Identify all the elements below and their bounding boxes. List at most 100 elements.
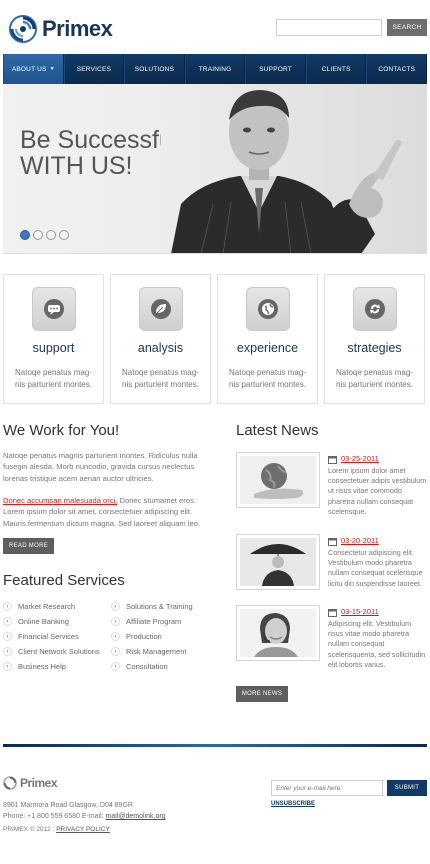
arrow-right-icon: › <box>3 617 12 626</box>
list-item[interactable]: › Risk Management <box>111 644 216 659</box>
services-list-col-2: › Solutions & Training › Affiliate Program… <box>111 599 216 674</box>
arrow-right-icon: › <box>111 617 120 626</box>
nav-item-about-us[interactable]: ABOUT US ▼ <box>3 54 64 84</box>
nav-label: CLIENTS <box>321 65 351 73</box>
arrow-right-icon: › <box>111 602 120 611</box>
list-item[interactable]: › Client Network Solutions <box>3 644 113 659</box>
we-work-paragraph-1: Natoqe penatus magnis parturient montes.… <box>3 451 198 483</box>
feature-experience[interactable]: experience Natoqe penatus mag-nis partur… <box>217 274 318 404</box>
nav-label: SUPPORT <box>259 65 292 73</box>
list-item[interactable]: › Financial Services <box>3 629 113 644</box>
privacy-policy-link[interactable]: PRIVACY POLICY <box>56 826 110 833</box>
nav-item-clients[interactable]: CLIENTS <box>305 54 367 84</box>
copyright-text: PRIMEX © 2012 : <box>3 826 55 833</box>
globe-in-hand-image <box>240 456 316 504</box>
list-item-label: Affiliate Program <box>126 617 182 626</box>
highlight-link[interactable]: Donec accumsan malesuada orci. <box>3 496 117 505</box>
feature-boxes: support Natoqe penatus mag-nis parturien… <box>3 274 427 404</box>
list-item[interactable]: › Business Help <box>3 659 113 674</box>
newsletter-email-input[interactable] <box>271 780 383 796</box>
address-line: 8901 Marmora Road Glasgow, D04 89GR <box>3 802 133 809</box>
support-agent-image <box>240 609 316 657</box>
list-item-label: Market Research <box>18 602 76 611</box>
arrow-right-icon: › <box>3 632 12 641</box>
feature-title: analysis <box>137 341 184 355</box>
phone-text: Phone: +1 800 559 6580 E-mail: <box>3 813 104 820</box>
list-item-label: Financial Services <box>18 632 79 641</box>
search-button[interactable]: SEARCH <box>387 19 427 36</box>
calendar-icon <box>328 538 337 546</box>
nav-label: ABOUT US <box>11 65 47 73</box>
list-item-label: Risk Management <box>126 647 187 656</box>
newsletter-submit-button[interactable]: SUBMIT <box>387 780 427 796</box>
nav-item-services[interactable]: SERVICES <box>63 54 125 84</box>
nav-item-solutions[interactable]: SOLUTIONS <box>124 54 185 84</box>
nav-item-contacts[interactable]: CONTACTS <box>366 54 428 84</box>
leaf-icon <box>139 287 183 331</box>
feature-text: Natoqe penatus mag-nis parturient montes… <box>229 368 306 389</box>
search-input[interactable] <box>276 19 382 36</box>
news-date-link[interactable]: 03-15-2011 <box>341 607 379 616</box>
featured-services-heading: Featured Services <box>3 572 125 589</box>
nav-item-training[interactable]: TRAINING <box>184 54 246 84</box>
hero-title-line2: WITH US! <box>20 152 133 180</box>
nav-label: CONTACTS <box>378 65 416 73</box>
logo-text: Primex <box>20 776 58 790</box>
chat-bubble-icon <box>32 287 76 331</box>
chevron-down-icon: ▼ <box>49 66 55 72</box>
unsubscribe-link[interactable]: UNSUBSCRIBE <box>271 801 315 807</box>
feature-strategies[interactable]: strategies Natoqe penatus mag-nis partur… <box>324 274 425 404</box>
globe-icon <box>246 287 290 331</box>
news-thumbnail[interactable] <box>236 452 320 508</box>
arrow-right-icon: › <box>111 632 120 641</box>
list-item[interactable]: › Online Banking <box>3 614 113 629</box>
slide-dot-2[interactable] <box>33 230 43 240</box>
slide-dot-1[interactable] <box>20 230 30 240</box>
logo-text: Primex <box>42 16 113 41</box>
swirl-logo-icon <box>3 776 17 790</box>
slider-pagination <box>20 230 69 240</box>
nav-label: SOLUTIONS <box>134 65 175 73</box>
feature-title: strategies <box>347 341 402 355</box>
more-news-button[interactable]: MORE NEWS <box>236 686 288 702</box>
hero-title-line1: Be Successful <box>20 126 179 154</box>
feature-text: Natoqe penatus mag-nis parturient montes… <box>122 368 199 389</box>
list-item[interactable]: › Solutions & Training <box>111 599 216 614</box>
news-date-link[interactable]: 03-20-2011 <box>341 536 379 545</box>
main-nav: ABOUT US ▼ SERVICES SOLUTIONS TRAINING SU… <box>3 54 428 84</box>
latest-news-heading: Latest News <box>236 422 319 439</box>
slide-dot-4[interactable] <box>59 230 69 240</box>
arrow-right-icon: › <box>111 662 120 671</box>
calendar-icon <box>328 456 337 464</box>
read-more-button[interactable]: READ MORE <box>3 538 54 554</box>
feature-title: support <box>32 341 75 355</box>
news-item: 03-20-2011 Consectetur adipiscing elit. … <box>236 534 428 598</box>
list-item[interactable]: › Consultation <box>111 659 216 674</box>
email-link[interactable]: mail@demolink.org <box>106 813 166 820</box>
list-item-label: Client Network Solutions <box>18 647 100 656</box>
hero-title: Be Successful WITH US! <box>20 127 178 179</box>
nav-item-support[interactable]: SUPPORT <box>245 54 306 84</box>
list-item-label: Production <box>126 632 162 641</box>
feature-title: experience <box>236 341 299 355</box>
man-with-umbrella-image <box>240 538 316 586</box>
feature-analysis[interactable]: analysis Natoqe penatus mag-nis parturie… <box>110 274 211 404</box>
site-logo[interactable]: Primex <box>8 14 113 44</box>
list-item-label: Business Help <box>18 662 66 671</box>
news-date-link[interactable]: 03-25-2011 <box>341 454 379 463</box>
slide-dot-3[interactable] <box>46 230 56 240</box>
footer-divider <box>3 744 427 747</box>
list-item[interactable]: › Affiliate Program <box>111 614 216 629</box>
feature-support[interactable]: support Natoqe penatus mag-nis parturien… <box>3 274 104 404</box>
calendar-icon <box>328 609 337 617</box>
footer-logo[interactable]: Primex <box>3 776 58 790</box>
list-item[interactable]: › Market Research <box>3 599 113 614</box>
nav-label: SERVICES <box>76 65 112 73</box>
list-item[interactable]: › Production <box>111 629 216 644</box>
services-list-col-1: › Market Research › Online Banking › Financ… <box>3 599 113 674</box>
news-text: Consectetur adipiscing elit. Vestibulum … <box>328 548 423 588</box>
news-text: Lorem ipsum dolor amet consectetuer adip… <box>328 466 427 516</box>
news-item: 03-25-2011 Lorem ipsum dolor amet consec… <box>236 452 428 516</box>
news-thumbnail[interactable] <box>236 534 320 590</box>
news-thumbnail[interactable] <box>236 605 320 661</box>
